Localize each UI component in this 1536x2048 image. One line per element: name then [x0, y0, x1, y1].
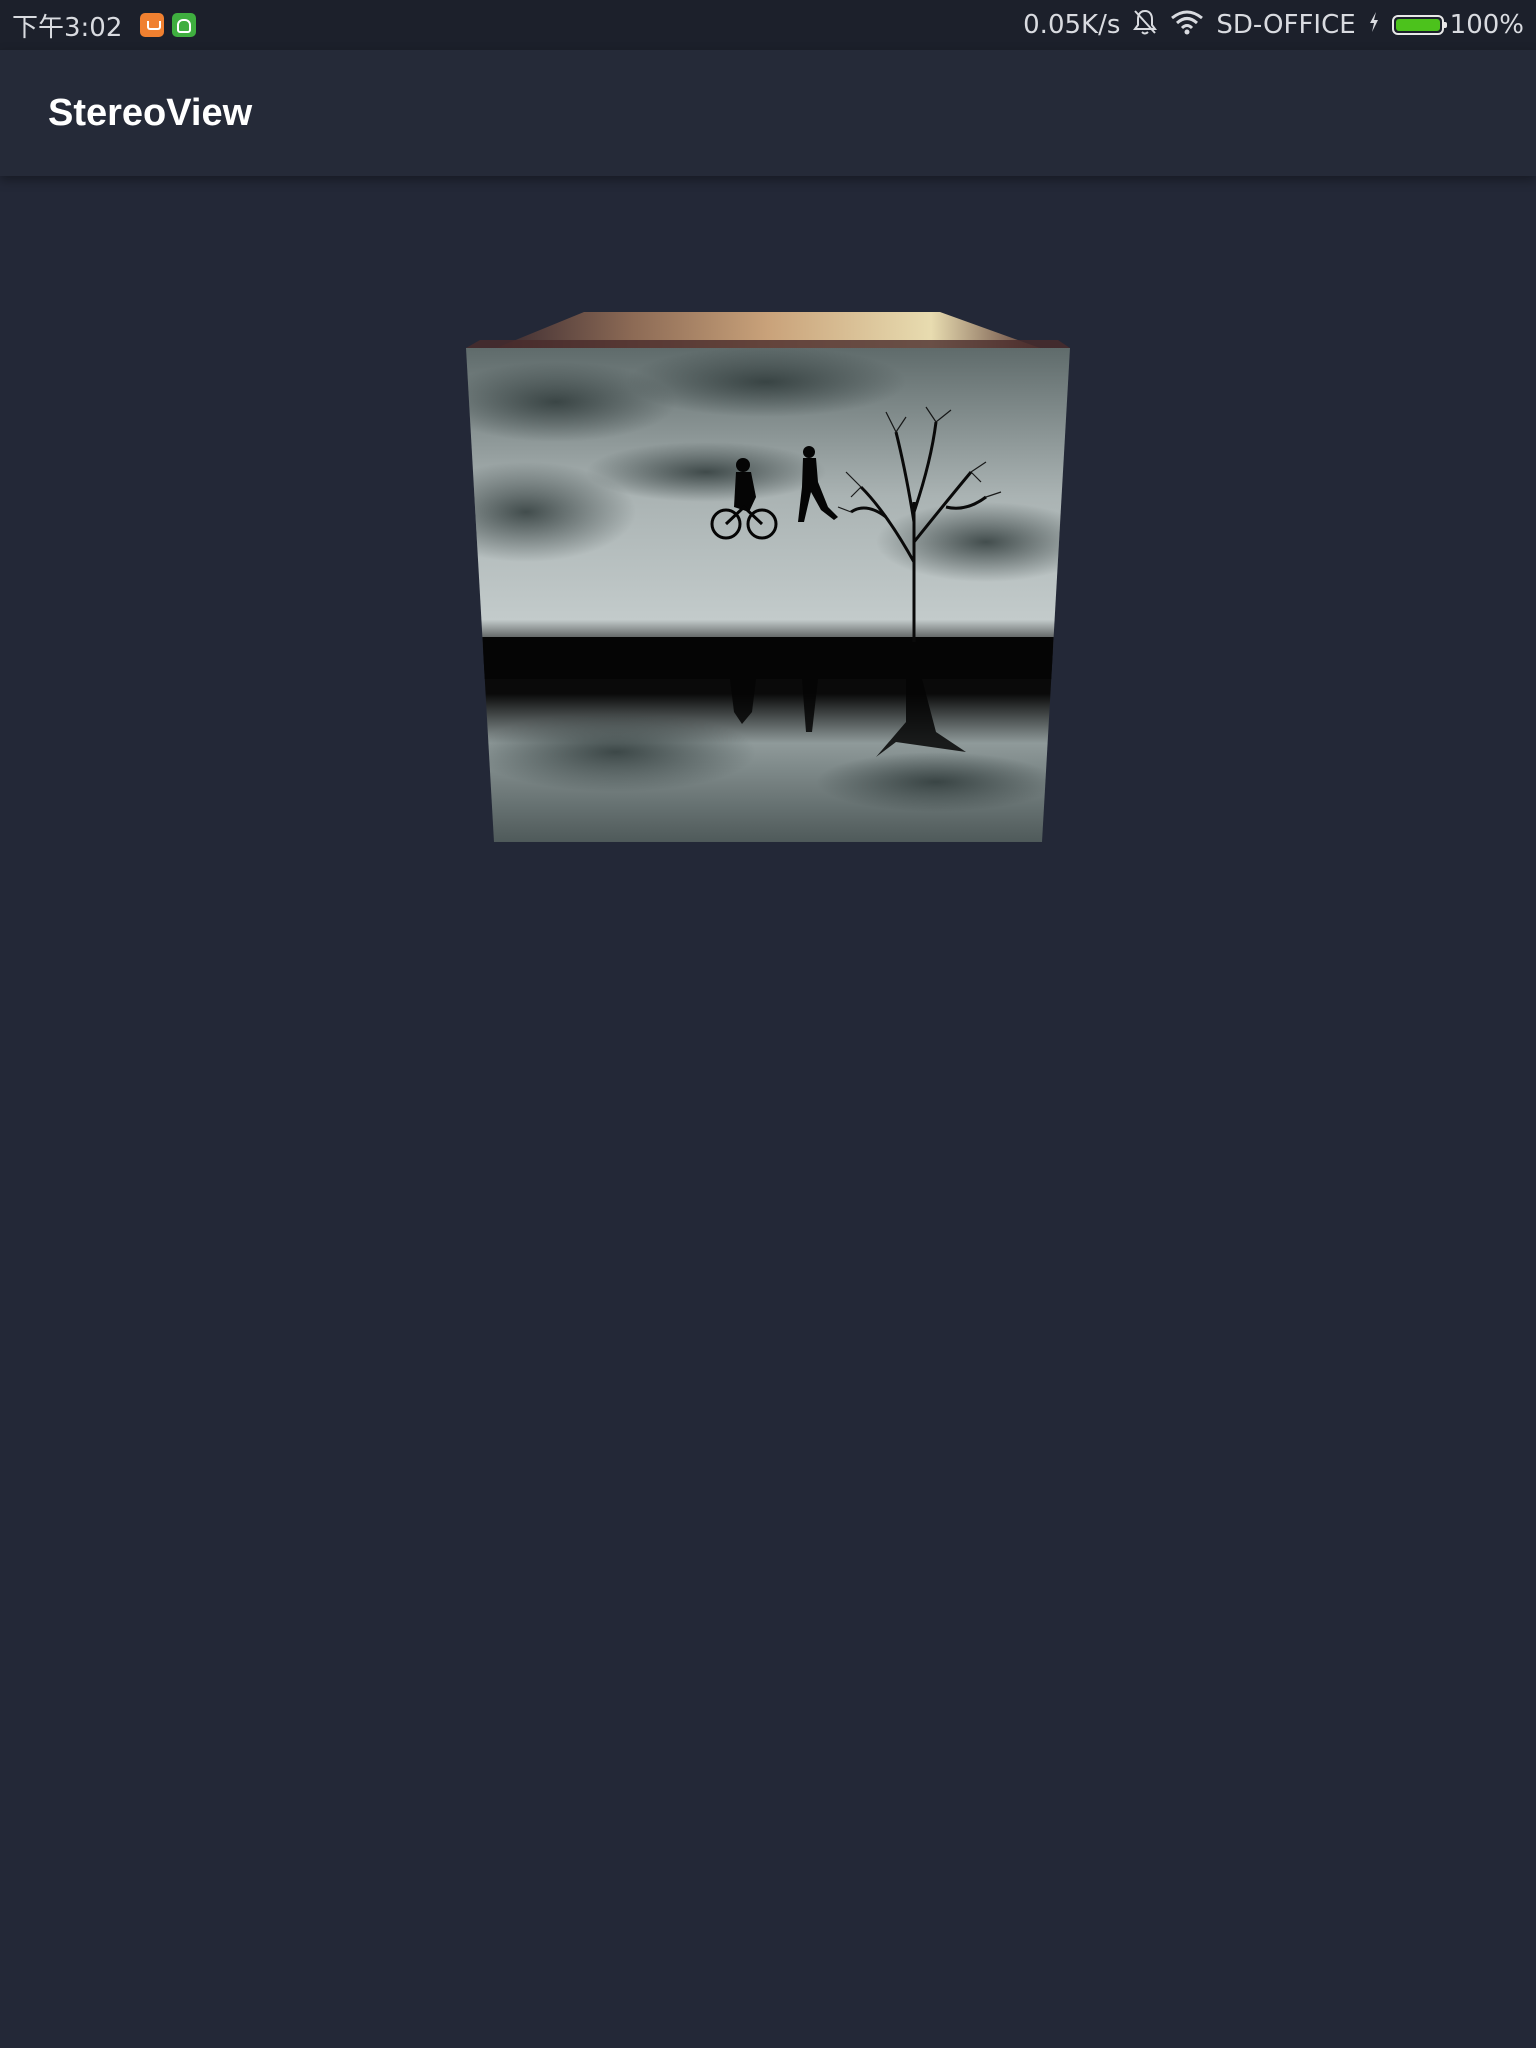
stereo-view-cube[interactable]	[466, 312, 1070, 884]
battery-percent: 100%	[1449, 10, 1524, 40]
network-speed: 0.05K/s	[1023, 10, 1121, 40]
charging-bolt-icon	[1368, 10, 1380, 40]
battery-icon	[1391, 15, 1447, 35]
status-bar-left: 下午3:02	[12, 0, 197, 50]
status-bar-right: 0.05K/s SD-OFFICE 100%	[1011, 0, 1524, 50]
network-name: SD-OFFICE	[1216, 10, 1356, 40]
status-time: 下午3:02	[12, 12, 123, 43]
mi-store-icon	[140, 13, 165, 37]
wifi-icon	[1170, 9, 1204, 42]
bell-muted-icon	[1132, 8, 1158, 43]
app-bar: StereoView	[0, 50, 1536, 176]
status-bar: 下午3:02 0.05K/s SD-OFFICE 100%	[0, 0, 1536, 50]
cube-front-face	[466, 348, 1070, 842]
app-title: StereoView	[48, 92, 253, 134]
android-robot-icon	[172, 13, 197, 37]
battery-level-fill	[1395, 19, 1440, 31]
stereo-view-stage[interactable]	[0, 176, 1536, 2048]
